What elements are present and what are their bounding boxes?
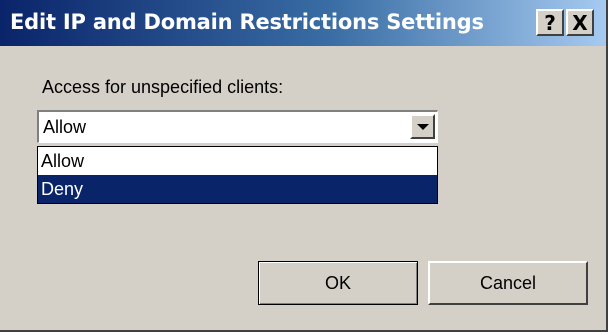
- close-icon: X: [572, 10, 588, 35]
- edit-ip-domain-restrictions-dialog: Edit IP and Domain Restrictions Settings…: [0, 0, 608, 332]
- option-deny[interactable]: Deny: [38, 175, 437, 203]
- option-allow[interactable]: Allow: [38, 147, 437, 175]
- access-unspecified-label: Access for unspecified clients:: [42, 77, 284, 97]
- access-combobox-value: Allow: [43, 117, 87, 137]
- window-title: Edit IP and Domain Restrictions Settings: [10, 10, 484, 34]
- access-dropdown-list: Allow Deny: [37, 146, 438, 204]
- ok-button[interactable]: OK: [258, 261, 418, 305]
- access-combobox[interactable]: Allow: [37, 110, 438, 143]
- close-button[interactable]: X: [566, 9, 594, 36]
- dropdown-button[interactable]: [410, 114, 435, 139]
- cancel-button-label: Cancel: [479, 272, 537, 293]
- chevron-down-icon: [416, 123, 429, 130]
- ok-button-label: OK: [324, 272, 351, 293]
- help-button[interactable]: ?: [536, 9, 564, 36]
- cancel-button[interactable]: Cancel: [428, 261, 588, 305]
- help-icon: ?: [544, 10, 556, 35]
- title-bar[interactable]: Edit IP and Domain Restrictions Settings…: [0, 0, 606, 46]
